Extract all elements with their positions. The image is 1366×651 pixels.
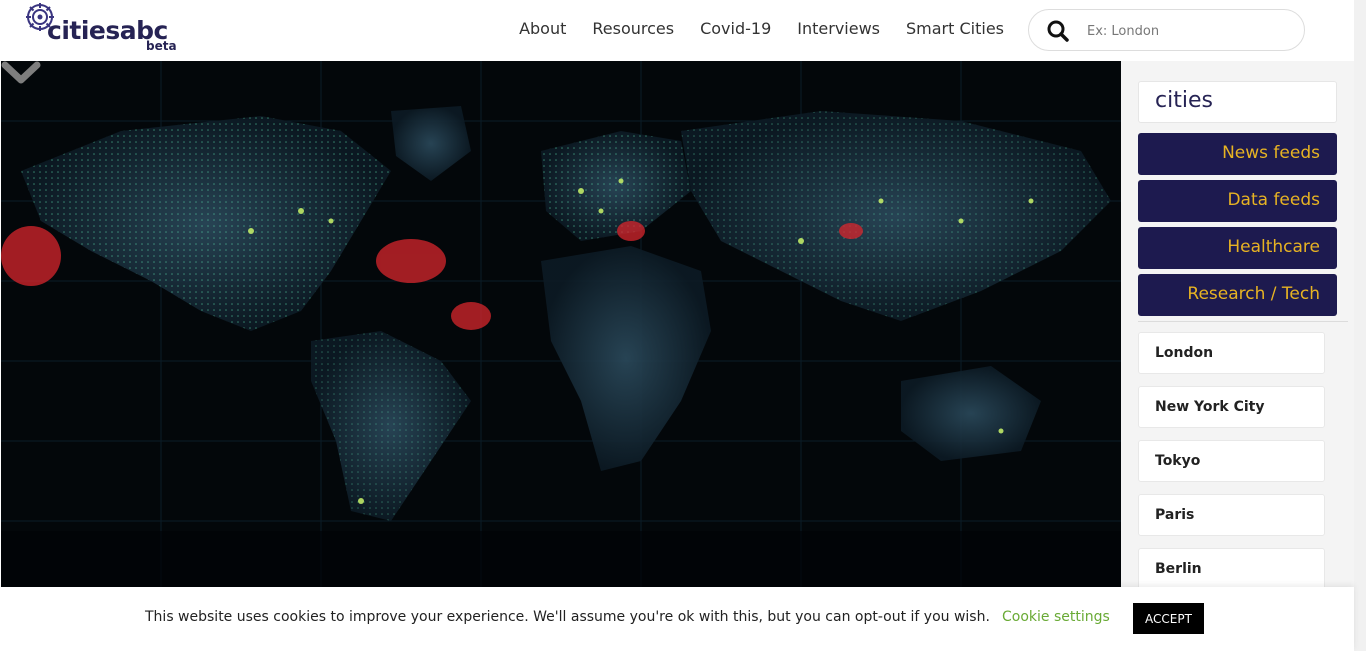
category-news-feeds[interactable]: News feeds xyxy=(1138,133,1337,175)
world-map-image xyxy=(1,61,1121,587)
nav-item-resources[interactable]: Resources xyxy=(592,19,674,38)
city-link-new-york-city[interactable]: New York City xyxy=(1138,386,1325,428)
sidebar-divider xyxy=(1138,321,1348,322)
main-nav: About Resources Covid-19 Interviews Smar… xyxy=(519,19,1004,38)
hero-world-map xyxy=(1,61,1121,587)
chevron-down-icon[interactable] xyxy=(1,61,41,87)
nav-item-covid-19[interactable]: Covid-19 xyxy=(700,19,771,38)
site-header: citiesabc beta About Resources Covid-19 … xyxy=(0,0,1354,60)
city-link-london[interactable]: London xyxy=(1138,332,1325,374)
logo-beta-badge: beta xyxy=(146,39,177,53)
cookie-settings-link[interactable]: Cookie settings xyxy=(1002,609,1110,625)
category-research-tech[interactable]: Research / Tech xyxy=(1138,274,1337,316)
cities-sidebar: cities News feeds Data feeds Healthcare … xyxy=(1121,61,1354,590)
nav-item-smart-cities[interactable]: Smart Cities xyxy=(906,19,1004,38)
city-link-tokyo[interactable]: Tokyo xyxy=(1138,440,1325,482)
search-input[interactable] xyxy=(1087,20,1287,42)
category-data-feeds[interactable]: Data feeds xyxy=(1138,180,1337,222)
nav-item-interviews[interactable]: Interviews xyxy=(797,19,880,38)
search-icon[interactable] xyxy=(1046,19,1070,43)
page-scrollbar[interactable] xyxy=(1354,0,1366,651)
category-healthcare[interactable]: Healthcare xyxy=(1138,227,1337,269)
city-link-paris[interactable]: Paris xyxy=(1138,494,1325,536)
site-logo[interactable]: citiesabc beta xyxy=(25,2,185,56)
cookie-accept-button[interactable]: ACCEPT xyxy=(1133,603,1204,634)
sidebar-title: cities xyxy=(1138,81,1337,123)
cookie-consent-bar: This website uses cookies to improve you… xyxy=(0,587,1354,651)
search-box xyxy=(1028,9,1305,51)
nav-item-about[interactable]: About xyxy=(519,19,566,38)
cookie-message: This website uses cookies to improve you… xyxy=(145,609,990,625)
city-link-berlin[interactable]: Berlin xyxy=(1138,548,1325,590)
